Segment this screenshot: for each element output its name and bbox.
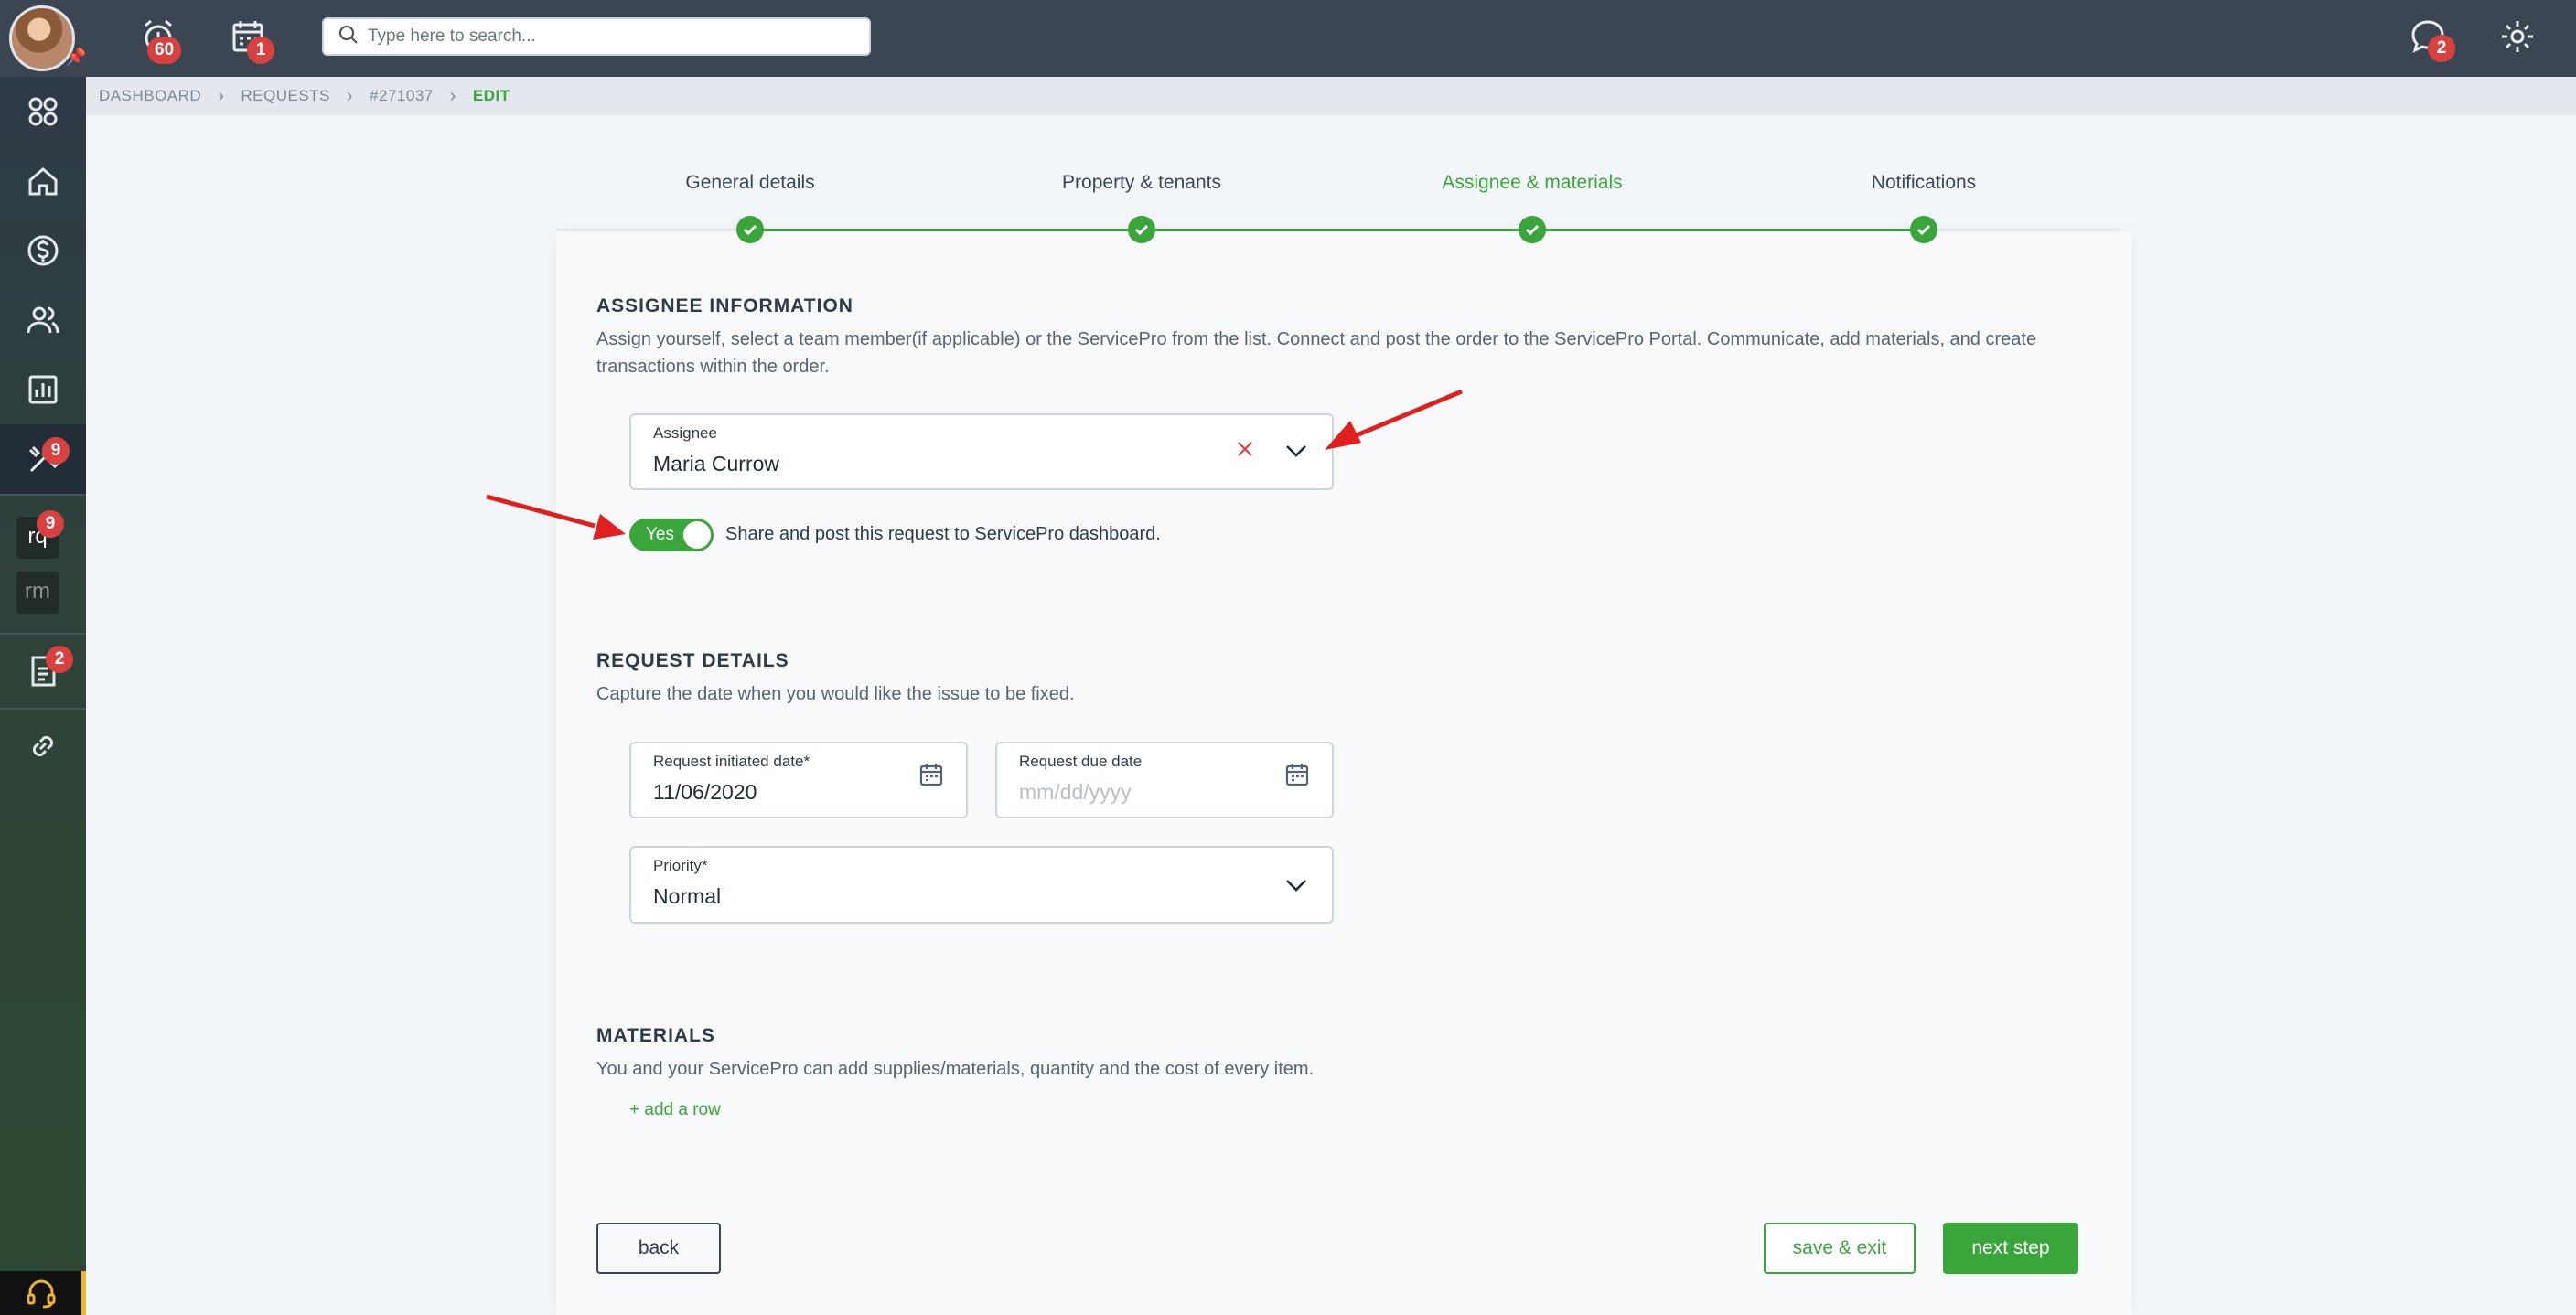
breadcrumb-request-id[interactable]: #271037 bbox=[370, 87, 434, 105]
chart-icon bbox=[28, 375, 58, 404]
breadcrumb-dashboard[interactable]: DASHBOARD bbox=[99, 87, 201, 105]
due-date-placeholder: mm/dd/yyyy bbox=[1019, 780, 1132, 804]
sidebar-divider bbox=[0, 708, 86, 710]
sidebar-item-maintenance[interactable]: 9 bbox=[0, 424, 86, 494]
assignee-value: Maria Currow bbox=[653, 452, 780, 476]
breadcrumb: DASHBOARD › REQUESTS › #271037 › EDIT bbox=[86, 77, 2576, 115]
share-toggle[interactable]: Yes bbox=[629, 519, 714, 551]
calendar-badge: 1 bbox=[247, 37, 274, 64]
documents-badge: 2 bbox=[46, 646, 73, 673]
initiated-date-field[interactable]: Request initiated date* 11/06/2020 bbox=[629, 742, 968, 818]
maintenance-badge: 9 bbox=[42, 437, 70, 465]
sidebar-item-rm[interactable]: rm bbox=[16, 572, 59, 614]
search-input[interactable] bbox=[368, 27, 843, 47]
assignee-label: Assignee bbox=[653, 424, 717, 442]
chevron-down-icon[interactable] bbox=[1284, 443, 1308, 464]
toggle-label: Yes bbox=[646, 525, 674, 544]
materials-section-title: MATERIALS bbox=[596, 1025, 715, 1046]
sidebar-item-reports[interactable] bbox=[0, 355, 86, 424]
headset-icon bbox=[27, 1279, 55, 1309]
check-icon bbox=[736, 216, 764, 243]
sidebar-item-apps[interactable] bbox=[0, 77, 86, 146]
sidebar-item-home[interactable] bbox=[0, 146, 86, 216]
next-step-button[interactable]: next step bbox=[1943, 1223, 2078, 1274]
sidebar-item-links[interactable] bbox=[0, 711, 86, 781]
chat-icon[interactable]: 2 bbox=[2408, 16, 2455, 62]
gear-icon[interactable] bbox=[2497, 16, 2538, 57]
top-bar: 📌 60 1 2 bbox=[0, 0, 2576, 77]
priority-value: Normal bbox=[653, 884, 722, 908]
request-section-description: Capture the date when you would like the… bbox=[596, 684, 1075, 704]
share-toggle-description: Share and post this request to ServicePr… bbox=[725, 524, 1161, 544]
sidebar-item-people[interactable] bbox=[0, 285, 86, 355]
support-headset[interactable] bbox=[0, 1271, 86, 1315]
rq-badge: 9 bbox=[37, 510, 64, 538]
step-notifications[interactable]: Notifications bbox=[1872, 172, 1976, 194]
priority-select[interactable]: Priority* Normal bbox=[629, 846, 1334, 924]
calendar-icon[interactable] bbox=[918, 762, 944, 792]
priority-label: Priority* bbox=[653, 857, 708, 874]
check-icon bbox=[1128, 216, 1155, 243]
calendar-icon[interactable]: 1 bbox=[229, 16, 274, 64]
pin-icon: 📌 bbox=[66, 48, 87, 66]
alarm-badge: 60 bbox=[147, 37, 182, 64]
sidebar-item-finance[interactable] bbox=[0, 216, 86, 285]
save-exit-button[interactable]: save & exit bbox=[1764, 1223, 1916, 1274]
stepper-progress bbox=[1729, 229, 1923, 231]
materials-section-description: You and your ServicePro can add supplies… bbox=[596, 1059, 1315, 1079]
back-button[interactable]: back bbox=[596, 1223, 721, 1274]
due-date-field[interactable]: Request due date mm/dd/yyyy bbox=[995, 742, 1334, 818]
step-property-tenants[interactable]: Property & tenants bbox=[1062, 172, 1221, 194]
check-icon bbox=[1519, 216, 1546, 243]
search-box[interactable] bbox=[322, 17, 871, 56]
sidebar-divider bbox=[0, 494, 86, 496]
chevron-right-icon: › bbox=[218, 85, 225, 106]
chat-badge: 2 bbox=[2428, 35, 2455, 62]
alarm-clock-icon[interactable]: 60 bbox=[138, 16, 182, 64]
sidebar-divider bbox=[0, 633, 86, 635]
due-date-label: Request due date bbox=[1019, 753, 1143, 770]
search-icon bbox=[338, 25, 359, 49]
sidebar: 9 rq 9 rm 2 bbox=[0, 77, 86, 1315]
add-row-link[interactable]: + add a row bbox=[629, 1100, 721, 1120]
link-icon bbox=[32, 735, 54, 757]
apps-grid-icon bbox=[28, 97, 58, 126]
chevron-down-icon[interactable] bbox=[1284, 877, 1308, 898]
chevron-right-icon: › bbox=[346, 85, 354, 106]
step-assignee-materials[interactable]: Assignee & materials bbox=[1442, 172, 1622, 194]
breadcrumb-edit: EDIT bbox=[472, 87, 510, 104]
clear-icon[interactable] bbox=[1235, 439, 1255, 464]
initiated-date-value: 11/06/2020 bbox=[653, 780, 757, 804]
home-icon bbox=[28, 167, 58, 196]
assignee-select[interactable]: Assignee Maria Currow bbox=[629, 413, 1334, 490]
calendar-icon[interactable] bbox=[1284, 762, 1310, 792]
assignee-section-description: Assign yourself, select a team member(if… bbox=[596, 329, 2037, 377]
breadcrumb-requests[interactable]: REQUESTS bbox=[241, 87, 330, 105]
people-icon bbox=[27, 306, 59, 334]
dollar-icon bbox=[27, 235, 59, 266]
step-general-details[interactable]: General details bbox=[685, 172, 814, 194]
request-section-title: REQUEST DETAILS bbox=[596, 650, 789, 671]
assignee-section-title: ASSIGNEE INFORMATION bbox=[596, 295, 853, 316]
initiated-date-label: Request initiated date* bbox=[653, 753, 810, 770]
sidebar-item-documents[interactable]: 2 bbox=[0, 636, 86, 706]
chevron-right-icon: › bbox=[449, 85, 456, 106]
check-icon bbox=[1910, 216, 1937, 243]
toggle-knob bbox=[683, 521, 711, 549]
